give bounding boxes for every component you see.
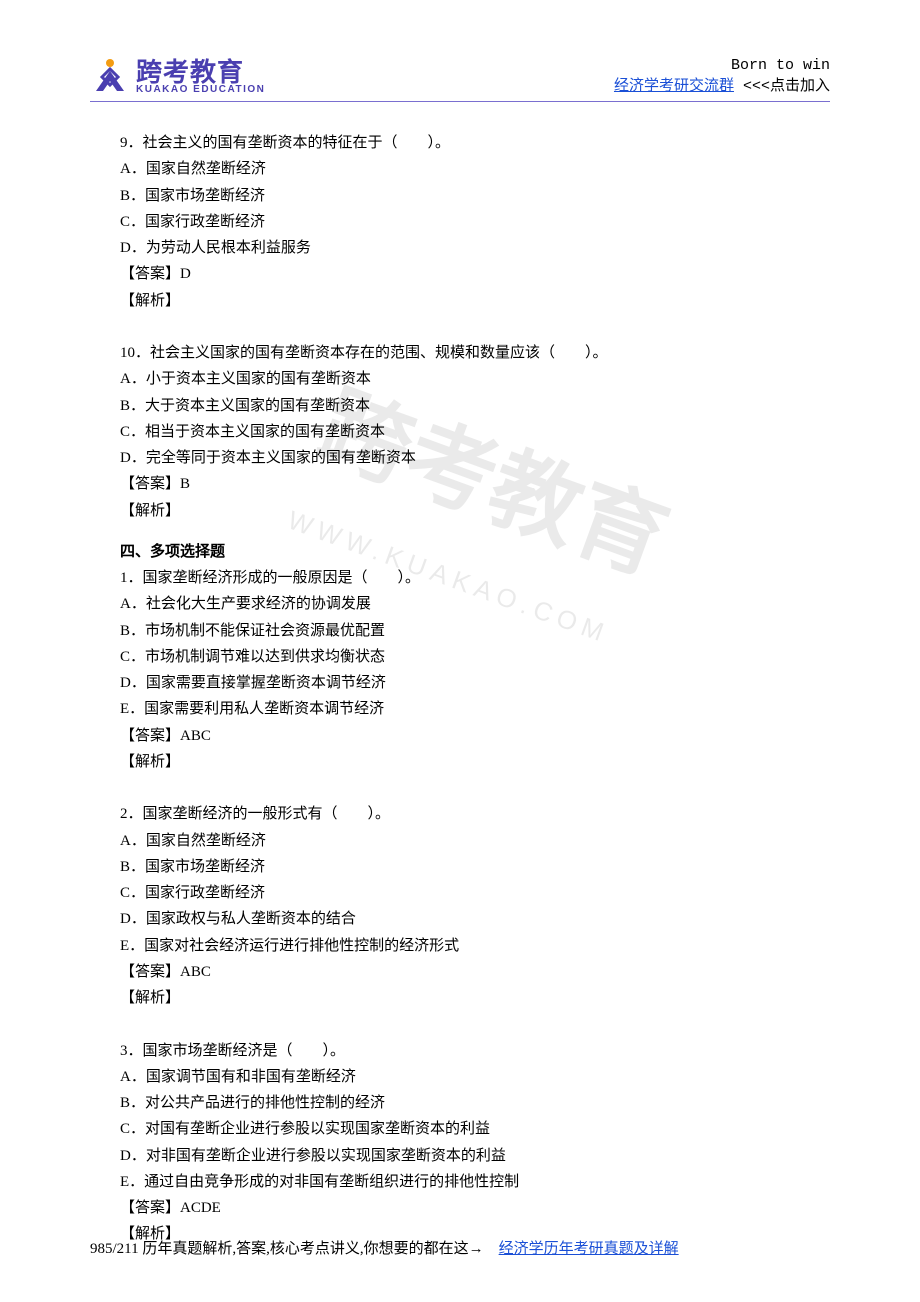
logo-cn: 跨考教育 <box>136 59 265 85</box>
question-option: E．国家需要利用私人垄断资本调节经济 <box>90 696 830 722</box>
question-stem: 9．社会主义的国有垄断资本的特征在于（ ）。 <box>90 130 830 156</box>
header-link-row: 经济学考研交流群 <<<点击加入 <box>614 76 830 97</box>
question-option: D．完全等同于资本主义国家的国有垄断资本 <box>90 445 830 471</box>
question-analysis: 【解析】 <box>90 498 830 524</box>
question-stem: 1．国家垄断经济形成的一般原因是（ ）。 <box>90 565 830 591</box>
question-option: E．国家对社会经济运行进行排他性控制的经济形式 <box>90 933 830 959</box>
question-option: A．小于资本主义国家的国有垄断资本 <box>90 366 830 392</box>
page-footer: 985/211 历年真题解析,答案,核心考点讲义,你想要的都在这→ 经济学历年考… <box>90 1236 830 1262</box>
question-option: E．通过自由竞争形成的对非国有垄断组织进行的排他性控制 <box>90 1169 830 1195</box>
footer-text: 985/211 历年真题解析,答案,核心考点讲义,你想要的都在这→ <box>90 1241 499 1257</box>
question-option: B．国家市场垄断经济 <box>90 854 830 880</box>
question-option: D．国家政权与私人垄断资本的结合 <box>90 906 830 932</box>
footer-link[interactable]: 经济学历年考研真题及详解 <box>499 1241 679 1257</box>
question-option: B．市场机制不能保证社会资源最优配置 <box>90 618 830 644</box>
question-answer: 【答案】ABC <box>90 959 830 985</box>
question-option: D．国家需要直接掌握垄断资本调节经济 <box>90 670 830 696</box>
question-option: A．国家自然垄断经济 <box>90 828 830 854</box>
content: 9．社会主义的国有垄断资本的特征在于（ ）。 A．国家自然垄断经济 B．国家市场… <box>90 130 830 1248</box>
question-option: B．对公共产品进行的排他性控制的经济 <box>90 1090 830 1116</box>
question-option: C．市场机制调节难以达到供求均衡状态 <box>90 644 830 670</box>
logo: 跨考教育 KUAKAO EDUCATION <box>90 57 265 97</box>
question-option: B．国家市场垄断经济 <box>90 183 830 209</box>
question-analysis: 【解析】 <box>90 985 830 1011</box>
question-analysis: 【解析】 <box>90 288 830 314</box>
question-option: D．为劳动人民根本利益服务 <box>90 235 830 261</box>
question-option: C．国家行政垄断经济 <box>90 209 830 235</box>
blank-line <box>90 1011 830 1037</box>
question-option: C．国家行政垄断经济 <box>90 880 830 906</box>
question-option: C．对国有垄断企业进行参股以实现国家垄断资本的利益 <box>90 1116 830 1142</box>
question-option: C．相当于资本主义国家的国有垄断资本 <box>90 419 830 445</box>
question-analysis: 【解析】 <box>90 749 830 775</box>
question-option: B．大于资本主义国家的国有垄断资本 <box>90 393 830 419</box>
header-slogan: Born to win <box>614 55 830 76</box>
question-option: A．社会化大生产要求经济的协调发展 <box>90 591 830 617</box>
header-hint: <<<点击加入 <box>734 78 830 95</box>
header-right: Born to win 经济学考研交流群 <<<点击加入 <box>614 55 830 97</box>
question-option: A．国家调节国有和非国有垄断经济 <box>90 1064 830 1090</box>
page-header: 跨考教育 KUAKAO EDUCATION Born to win 经济学考研交… <box>90 55 830 102</box>
question-option: D．对非国有垄断企业进行参股以实现国家垄断资本的利益 <box>90 1143 830 1169</box>
logo-text: 跨考教育 KUAKAO EDUCATION <box>136 59 265 95</box>
question-stem: 2．国家垄断经济的一般形式有（ ）。 <box>90 801 830 827</box>
logo-icon <box>90 57 130 97</box>
section-title: 四、多项选择题 <box>90 539 830 565</box>
logo-en: KUAKAO EDUCATION <box>136 85 265 95</box>
question-stem: 10．社会主义国家的国有垄断资本存在的范围、规模和数量应该（ ）。 <box>90 340 830 366</box>
question-stem: 3．国家市场垄断经济是（ ）。 <box>90 1038 830 1064</box>
blank-line <box>90 775 830 801</box>
question-answer: 【答案】ACDE <box>90 1195 830 1221</box>
page: 跨考教育 WWW.KUAKAO.COM 跨考教育 KUAKAO EDUCATIO… <box>0 0 920 1302</box>
question-answer: 【答案】ABC <box>90 723 830 749</box>
question-answer: 【答案】D <box>90 261 830 287</box>
blank-line <box>90 314 830 340</box>
question-answer: 【答案】B <box>90 471 830 497</box>
question-option: A．国家自然垄断经济 <box>90 156 830 182</box>
header-link[interactable]: 经济学考研交流群 <box>614 78 734 95</box>
